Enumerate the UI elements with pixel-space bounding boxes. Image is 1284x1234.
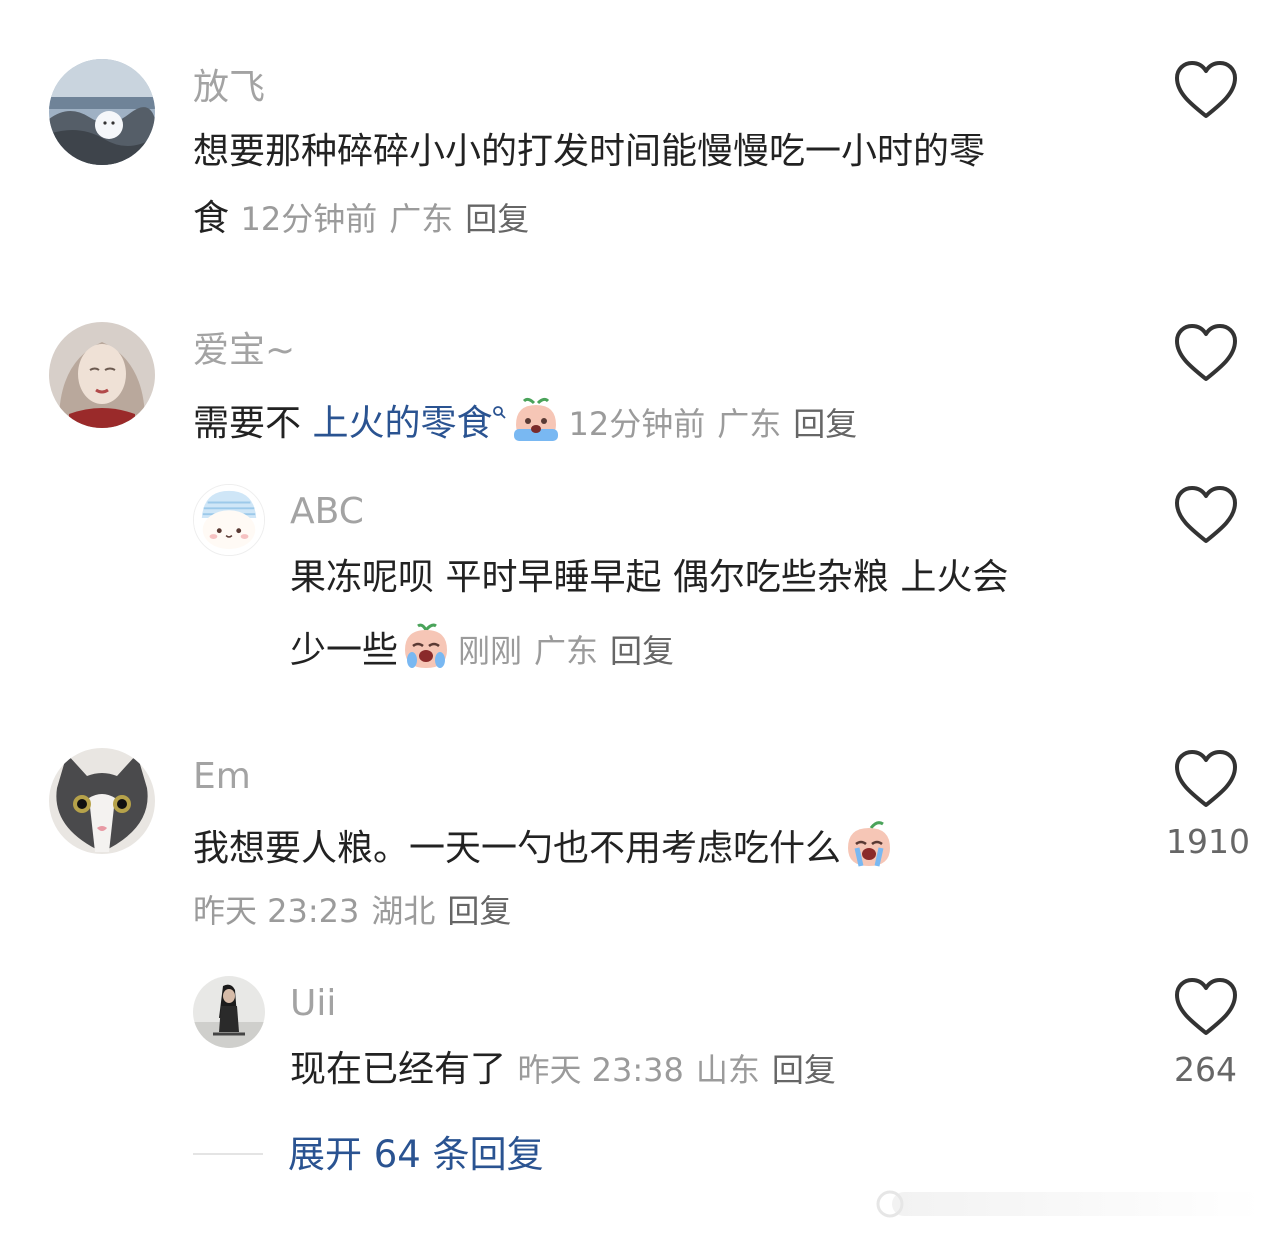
username[interactable]: 爱宝~ xyxy=(193,331,295,371)
location: 山东 xyxy=(695,1051,760,1089)
comment-meta: 12分钟前 广东 回复 xyxy=(568,405,869,443)
comment-meta: 12分钟前 广东 回复 xyxy=(240,200,541,238)
heart-outline-icon xyxy=(1175,486,1237,543)
reply-meta: 昨天 23:38 山东 回复 xyxy=(517,1051,847,1089)
like-button[interactable] xyxy=(1171,58,1241,122)
reply-button[interactable]: 回复 xyxy=(465,200,529,238)
location: 广东 xyxy=(534,632,599,670)
crying-peach-emoji xyxy=(514,397,559,441)
avatar[interactable] xyxy=(49,322,155,428)
crying-peach-emoji xyxy=(405,623,448,668)
timestamp: 刚刚 xyxy=(458,632,523,670)
timestamp: 昨天 23:38 xyxy=(517,1051,684,1089)
avatar[interactable] xyxy=(49,748,155,854)
search-link[interactable]: 上火的零食 xyxy=(312,403,492,444)
reply-username[interactable]: ABC xyxy=(290,492,364,532)
location: 广东 xyxy=(717,405,782,443)
expand-divider xyxy=(193,1153,263,1155)
like-button[interactable] xyxy=(1171,321,1241,385)
reply-text-line-1: 果冻呢呗 平时早睡早起 偶尔吃些杂粮 上火会 xyxy=(290,557,1009,598)
comment-text-line-2: 食 12分钟前 广东 回复 xyxy=(193,197,541,241)
crying-peach-emoji xyxy=(848,821,891,867)
reply-meta: 刚刚 广东 回复 xyxy=(458,632,686,670)
reply-text: 现在已经有了 xyxy=(290,1049,507,1090)
reply-button[interactable]: 回复 xyxy=(772,1051,836,1089)
like-button[interactable] xyxy=(1171,483,1241,547)
like-count: 264 xyxy=(1174,1050,1237,1089)
timestamp: 12分钟前 xyxy=(240,200,378,238)
reply-text-line-2: 少一些 刚刚 广东 回复 xyxy=(290,622,686,673)
username[interactable]: 放飞 xyxy=(193,68,265,108)
reply-avatar[interactable] xyxy=(193,484,265,556)
comment-text: 我想要人粮。一天一勺也不用考虑吃什么 xyxy=(193,828,842,869)
reply-username[interactable]: Uii xyxy=(290,984,336,1024)
reply-avatar[interactable] xyxy=(193,976,265,1048)
reply-text-tail: 少一些 xyxy=(290,630,399,671)
comment-text-line-1: 想要那种碎碎小小的打发时间能慢慢吃一小时的零 xyxy=(193,131,986,172)
avatar[interactable] xyxy=(49,59,155,165)
expand-replies-button[interactable]: 展开 64 条回复 xyxy=(288,1132,544,1178)
like-button[interactable] xyxy=(1171,747,1241,811)
watermark-decoration xyxy=(876,1190,1262,1218)
username[interactable]: Em xyxy=(193,757,251,797)
search-small-icon[interactable] xyxy=(492,405,508,421)
comment-text-line: 需要不 上火的零食 12分钟前 广东 回复 xyxy=(193,395,869,446)
comment-text: 需要不 xyxy=(193,403,313,444)
reply-button[interactable]: 回复 xyxy=(447,892,511,930)
reply-text-line: 现在已经有了 昨天 23:38 山东 回复 xyxy=(290,1048,848,1092)
timestamp: 昨天 23:23 xyxy=(193,892,360,930)
comment-text-tail: 食 xyxy=(193,198,230,239)
timestamp: 12分钟前 xyxy=(568,405,706,443)
heart-outline-icon xyxy=(1175,61,1237,118)
reply-button[interactable]: 回复 xyxy=(793,405,857,443)
heart-outline-icon xyxy=(1175,750,1237,807)
location: 广东 xyxy=(389,200,454,238)
like-button[interactable] xyxy=(1171,975,1241,1039)
comment-text-line: 我想要人粮。一天一勺也不用考虑吃什么 xyxy=(193,820,901,871)
heart-outline-icon xyxy=(1175,324,1237,381)
like-count: 1910 xyxy=(1166,822,1250,861)
heart-outline-icon xyxy=(1175,978,1237,1035)
comment-meta: 昨天 23:23 湖北 回复 xyxy=(193,889,523,933)
reply-button[interactable]: 回复 xyxy=(610,632,674,670)
location: 湖北 xyxy=(371,892,436,930)
